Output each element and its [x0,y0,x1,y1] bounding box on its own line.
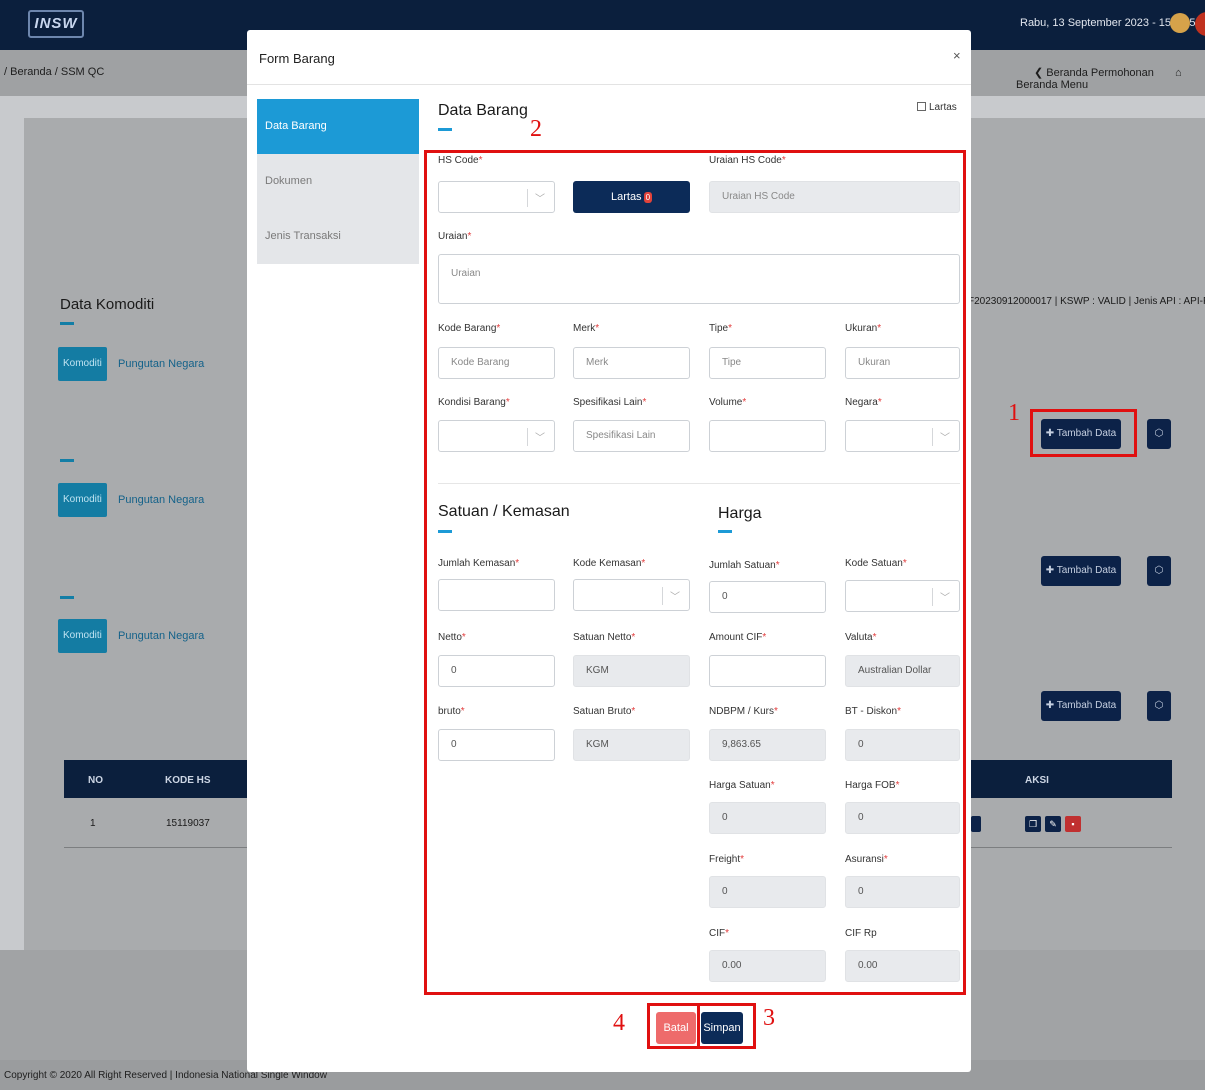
title-underline [60,322,74,325]
tambah-data-button-2[interactable]: ✚ Tambah Data [1041,556,1121,586]
title-underline [438,128,452,131]
tab-pungutan-negara-1[interactable]: Pungutan Negara [118,347,204,381]
annotation-1: 1 [1008,400,1020,426]
annotation-box-2 [424,150,966,995]
cube-icon[interactable]: ⬡ [1147,556,1171,586]
edit-icon[interactable]: ✎ [1045,816,1061,832]
row-action-icon[interactable] [971,816,981,832]
modal-title: Form Barang [259,51,335,66]
annotation-3: 3 [763,1005,775,1031]
annotation-4: 4 [613,1010,625,1036]
annotation-box-1 [1030,409,1137,457]
tab-komoditi-3[interactable]: Komoditi [58,619,107,653]
insw-logo[interactable]: INSW [28,10,84,38]
delete-icon[interactable]: ▪ [1065,816,1081,832]
annotation-box-4 [647,1003,700,1049]
tab-komoditi-2[interactable]: Komoditi [58,483,107,517]
data-barang-title: Data Barang [438,102,528,119]
beranda-permohonan-link[interactable]: ❮ Beranda Permohonan [1034,67,1154,79]
tab-pungutan-negara-2[interactable]: Pungutan Negara [118,483,204,517]
nav-dokumen[interactable]: Dokumen [257,154,419,209]
cube-icon[interactable]: ⬡ [1147,419,1171,449]
breadcrumb: / Beranda / SSM QC [4,66,105,78]
tab-pungutan-negara-3[interactable]: Pungutan Negara [118,619,204,653]
header-nav-links: ❮ Beranda Permohonan ⌂ Beranda Menu [1016,66,1205,91]
cube-icon[interactable]: ⬡ [1147,691,1171,721]
copy-icon[interactable]: ❐ [1025,816,1041,832]
modal-divider [247,84,971,85]
annotation-box-3 [697,1003,756,1049]
notification-bell-icon[interactable] [1170,13,1190,33]
background-info-text: F20230912000017 | KSWP : VALID | Jenis A… [968,296,1205,307]
close-icon[interactable]: × [953,48,961,63]
section-underline [60,459,74,462]
section-underline [60,596,74,599]
nav-data-barang[interactable]: Data Barang [257,99,419,154]
tab-komoditi-1[interactable]: Komoditi [58,347,107,381]
lartas-checkbox[interactable]: Lartas [917,102,957,113]
cell-no: 1 [90,818,96,829]
col-kode-hs: KODE HS [165,775,211,786]
col-no: NO [88,775,103,786]
col-aksi: AKSI [1025,775,1049,786]
data-komoditi-title: Data Komoditi [60,296,155,313]
annotation-2: 2 [530,116,542,142]
cell-kode-hs: 15119037 [166,818,210,829]
tambah-data-button-3[interactable]: ✚ Tambah Data [1041,691,1121,721]
nav-jenis-transaksi[interactable]: Jenis Transaksi [257,209,419,264]
